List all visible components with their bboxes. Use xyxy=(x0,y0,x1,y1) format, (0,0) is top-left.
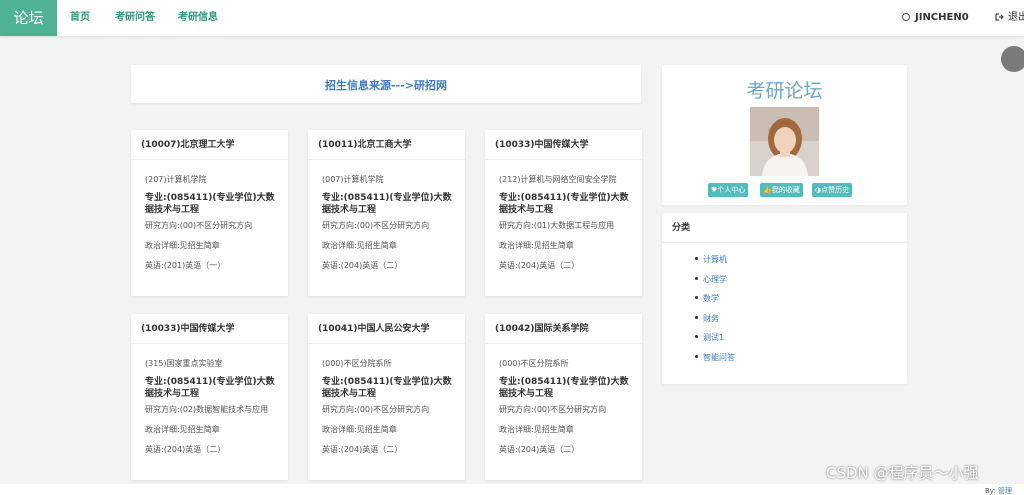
footer-link[interactable]: 管理 xyxy=(998,487,1012,495)
watermark: CSDN @程序员～小强 xyxy=(826,464,979,482)
bullet-icon xyxy=(695,276,698,280)
card-major: 专业:(085411)(专业学位)大数据技术与工程 xyxy=(499,193,629,215)
card-college: (315)国家重点实验室 xyxy=(145,359,223,368)
nav-link-qa[interactable]: 考研问答 xyxy=(115,0,155,36)
category-label: 数学 xyxy=(703,294,719,304)
source-link[interactable]: 招生信息来源--->研招网 xyxy=(325,79,447,92)
category-title: 分类 xyxy=(662,213,907,243)
profile-panel: 考研论坛 ♥个人中心 👍我的收藏 ◑点赞历史 xyxy=(662,65,907,205)
username: JINCHEN0 xyxy=(915,12,969,23)
card-college: (207)计算机学院 xyxy=(145,175,207,184)
card-college: (007)计算机学院 xyxy=(322,175,384,184)
school-card[interactable]: (10033)中国传媒大学 (212)计算机与网络空间安全学院 专业:(0854… xyxy=(485,130,642,296)
card-direction: 研究方向:(00)不区分研究方向 xyxy=(499,405,607,414)
card-politics: 政治详细:见招生简章 xyxy=(145,425,220,434)
card-english: 英语:(201)英语（一） xyxy=(145,261,226,270)
bullet-icon xyxy=(695,257,698,260)
card-politics: 政治详细:见招生简章 xyxy=(145,241,220,250)
my-favorites-button[interactable]: 👍我的收藏 xyxy=(760,183,803,197)
personal-center-button[interactable]: ♥个人中心 xyxy=(708,183,749,197)
card-school: (10041)中国人民公安大学 xyxy=(308,314,465,344)
nav-link-home[interactable]: 首页 xyxy=(70,0,90,36)
card-english: 英语:(204)英语（二） xyxy=(145,445,226,454)
card-english: 英语:(204)英语（二） xyxy=(499,261,580,270)
avatar[interactable] xyxy=(750,107,819,176)
logout-label: 退出 xyxy=(1008,12,1024,23)
logout-icon xyxy=(995,13,1004,21)
card-college: (212)计算机与网络空间安全学院 xyxy=(499,175,617,184)
card-school: (10033)中国传媒大学 xyxy=(485,130,642,160)
category-item[interactable]: 计算机 xyxy=(695,254,735,274)
card-politics: 政治详细:见招生简章 xyxy=(499,425,574,434)
card-politics: 政治详细:见招生简章 xyxy=(322,425,397,434)
top-navbar: 论坛 首页 考研问答 考研信息 JINCHEN0 退出 xyxy=(0,0,1024,36)
card-major: 专业:(085411)(专业学位)大数据技术与工程 xyxy=(145,377,275,399)
logout-button[interactable]: 退出 xyxy=(995,0,1024,36)
school-card[interactable]: (10042)国际关系学院 (000)不区分院系所 专业:(085411)(专业… xyxy=(485,314,642,480)
bullet-icon xyxy=(695,315,698,319)
user-circle-icon xyxy=(902,13,910,21)
card-school: (10042)国际关系学院 xyxy=(485,314,642,344)
avatar-photo xyxy=(750,107,819,176)
bullet-icon xyxy=(695,296,698,300)
card-major: 专业:(085411)(专业学位)大数据技术与工程 xyxy=(322,193,452,215)
footer-by-label: By: xyxy=(985,487,996,495)
category-item[interactable]: 测试1 xyxy=(695,332,735,352)
card-direction: 研究方向:(00)不区分研究方向 xyxy=(145,221,253,230)
float-circle-icon[interactable] xyxy=(1001,46,1024,72)
card-direction: 研究方向:(00)不区分研究方向 xyxy=(322,221,430,230)
footer-by: By: 管理 xyxy=(985,486,1012,495)
card-major: 专业:(085411)(专业学位)大数据技术与工程 xyxy=(322,377,452,399)
category-item[interactable]: 财务 xyxy=(695,313,735,333)
source-panel: 招生信息来源--->研招网 xyxy=(131,65,641,103)
card-english: 英语:(204)英语（二） xyxy=(499,445,580,454)
category-label: 智能问答 xyxy=(703,352,735,362)
card-english: 英语:(204)英语（二） xyxy=(322,445,403,454)
nav-link-info[interactable]: 考研信息 xyxy=(178,0,218,36)
school-card[interactable]: (10011)北京工商大学 (007)计算机学院 专业:(085411)(专业学… xyxy=(308,130,465,296)
card-direction: 研究方向:(01)大数据工程与应用 xyxy=(499,221,615,230)
category-label: 测试1 xyxy=(703,333,725,343)
like-history-button[interactable]: ◑点赞历史 xyxy=(812,183,853,197)
bullet-icon xyxy=(695,354,698,358)
profile-buttons: ♥个人中心 👍我的收藏 ◑点赞历史 xyxy=(708,183,862,197)
forum-title: 考研论坛 xyxy=(746,80,823,102)
category-label: 心理学 xyxy=(703,274,727,284)
user-menu[interactable]: JINCHEN0 xyxy=(902,0,969,36)
school-card[interactable]: (10007)北京理工大学 (207)计算机学院 专业:(085411)(专业学… xyxy=(131,130,288,296)
category-label: 计算机 xyxy=(703,255,727,264)
card-school: (10033)中国传媒大学 xyxy=(131,314,288,344)
category-list: 计算机 心理学 数学 财务 测试1 智能问答 xyxy=(695,254,735,372)
school-card[interactable]: (10033)中国传媒大学 (315)国家重点实验室 专业:(085411)(专… xyxy=(131,314,288,480)
card-major: 专业:(085411)(专业学位)大数据技术与工程 xyxy=(499,377,629,399)
category-panel: 分类 计算机 心理学 数学 财务 测试1 智能问答 xyxy=(662,213,907,384)
school-card[interactable]: (10041)中国人民公安大学 (000)不区分院系所 专业:(085411)(… xyxy=(308,314,465,480)
card-english: 英语:(204)英语（二） xyxy=(322,261,403,270)
card-school: (10007)北京理工大学 xyxy=(131,130,288,160)
category-item[interactable]: 心理学 xyxy=(695,274,735,294)
card-college: (000)不区分院系所 xyxy=(499,359,569,368)
category-item[interactable]: 智能问答 xyxy=(695,352,735,372)
card-direction: 研究方向:(02)数据智能技术与应用 xyxy=(145,405,269,414)
card-college: (000)不区分院系所 xyxy=(322,359,392,368)
card-major: 专业:(085411)(专业学位)大数据技术与工程 xyxy=(145,193,275,215)
category-label: 财务 xyxy=(703,313,719,323)
footer xyxy=(0,484,1024,495)
card-school: (10011)北京工商大学 xyxy=(308,130,465,160)
category-item[interactable]: 数学 xyxy=(695,293,735,313)
card-politics: 政治详细:见招生简章 xyxy=(499,241,574,250)
bullet-icon xyxy=(695,335,698,339)
card-direction: 研究方向:(00)不区分研究方向 xyxy=(322,405,430,414)
brand-logo[interactable]: 论坛 xyxy=(0,0,57,36)
card-politics: 政治详细:见招生简章 xyxy=(322,241,397,250)
